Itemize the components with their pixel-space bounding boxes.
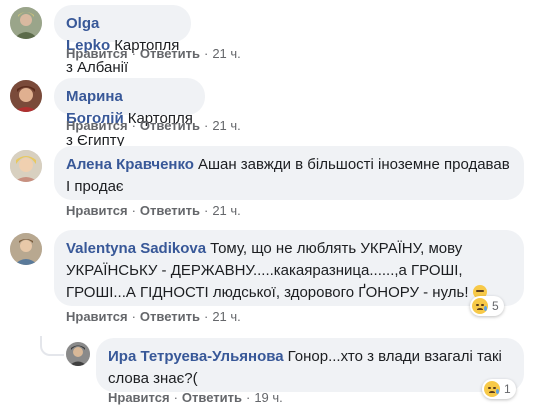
comment-actions: Нравится · Ответить · 21 ч. [66,46,241,61]
sad-emoji-icon [484,381,500,397]
comment-timestamp[interactable]: 19 ч. [254,390,282,405]
comment-author[interactable]: Valentyna Sadikova [66,240,206,257]
like-link[interactable]: Нравится [66,118,128,133]
reply-link[interactable]: Ответить [182,390,242,405]
like-link[interactable]: Нравится [66,203,128,218]
reply-link[interactable]: Ответить [140,203,200,218]
reply-link[interactable]: Ответить [140,118,200,133]
reaction-count: 1 [504,382,511,396]
comment-timestamp[interactable]: 21 ч. [212,46,240,61]
avatar[interactable] [10,233,42,265]
avatar[interactable] [10,7,42,39]
comment-bubble: Марина Боголій Картопля з Єгипту [54,78,205,149]
comment-timestamp[interactable]: 21 ч. [212,118,240,133]
separator: · [203,309,209,324]
avatar[interactable] [66,342,90,366]
reaction-summary[interactable]: 5 [470,296,504,316]
comment-author[interactable]: Алена Кравченко [66,156,194,173]
comment-bubble: Valentyna Sadikova Тому, що не люблять УК… [54,230,524,306]
comment-author[interactable]: Ира Тетруева-Ульянова [108,348,284,365]
reply-thread-line [40,336,64,356]
avatar[interactable] [10,150,42,182]
comment-bubble: Ира Тетруева-Ульянова Гонор...хто з влади… [96,338,524,392]
sad-emoji-icon [472,298,488,314]
separator: · [173,390,178,405]
like-link[interactable]: Нравится [66,309,128,324]
separator: · [131,309,136,324]
reply-link[interactable]: Ответить [140,46,200,61]
separator: · [245,390,251,405]
separator: · [203,118,209,133]
like-link[interactable]: Нравится [66,46,128,61]
comment-timestamp[interactable]: 21 ч. [212,203,240,218]
reaction-count: 5 [492,299,499,313]
comment-actions: Нравится · Ответить · 19 ч. [108,390,283,405]
reaction-summary[interactable]: 1 [482,379,516,399]
like-link[interactable]: Нравится [108,390,170,405]
comment-actions: Нравится · Ответить · 21 ч. [66,118,241,133]
separator: · [131,203,136,218]
comment-timestamp[interactable]: 21 ч. [212,309,240,324]
comment-bubble: Алена Кравченко Ашан завжди в більшості і… [54,146,524,200]
comment-bubble: Olga Lepko Картопля з Албанії [54,5,192,76]
comment-actions: Нравится · Ответить · 21 ч. [66,203,241,218]
separator: · [203,203,209,218]
separator: · [131,118,136,133]
separator: · [131,46,136,61]
avatar[interactable] [10,80,42,112]
comment-actions: Нравится · Ответить · 21 ч. [66,309,241,324]
reply-link[interactable]: Ответить [140,309,200,324]
separator: · [203,46,209,61]
